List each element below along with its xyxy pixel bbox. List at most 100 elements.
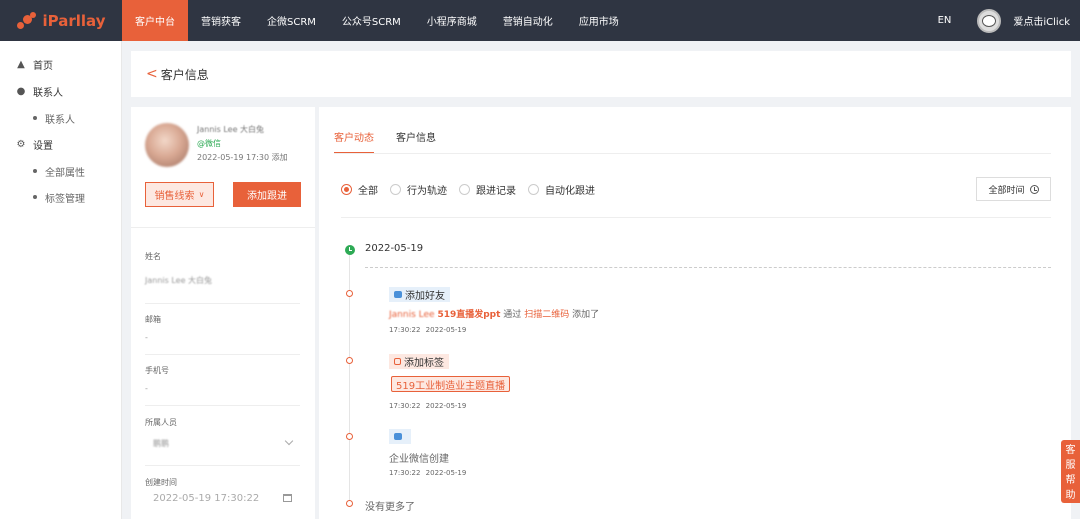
field-label: 所属人员 xyxy=(145,418,177,427)
event-description: 企业微信创建 xyxy=(389,454,449,465)
clock-icon xyxy=(1029,184,1039,194)
brand-logo[interactable]: iParllay xyxy=(0,0,122,41)
divider xyxy=(334,153,1051,154)
field-label: 姓名 xyxy=(145,252,161,261)
top-right-area: EN 爱点击iClick xyxy=(938,0,1070,41)
gear-icon: ⚙ xyxy=(16,139,26,150)
user-name[interactable]: 爱点击iClick xyxy=(1013,13,1070,28)
filter-label: 行为轨迹 xyxy=(407,186,447,197)
event-time: 17:30:22 2022-05-19 xyxy=(389,326,467,334)
tab-bar: 客户动态 客户信息 xyxy=(334,129,436,154)
nav-official-account-scrm[interactable]: 公众号SCRM xyxy=(329,0,414,41)
customer-added-time: 2022-05-19 17:30 添加 xyxy=(197,153,288,162)
timeline-date: 2022-05-19 xyxy=(365,243,424,254)
sidebar-subitem-all-attributes[interactable]: 全部属性 xyxy=(0,158,121,184)
timeline-dot xyxy=(346,290,353,297)
top-navbar: iParllay 客户中台 营销获客 企微SCRM 公众号SCRM 小程序商城 … xyxy=(0,0,1080,41)
timeline-dot xyxy=(346,500,353,507)
customer-info: Jannis Lee 大白兔 @微信 2022-05-19 17:30 添加 xyxy=(197,123,288,167)
divider xyxy=(341,217,1051,218)
event-tag-label: 添加好友 xyxy=(405,291,445,302)
customer-label-chip: 519工业制造业主题直播 xyxy=(391,376,511,392)
divider xyxy=(145,405,300,406)
tag-icon xyxy=(394,358,401,365)
customer-profile-card: Jannis Lee 大白兔 @微信 2022-05-19 17:30 添加 销… xyxy=(131,107,315,519)
chat-icon xyxy=(394,291,402,298)
event-time: 17:30:22 2022-05-19 xyxy=(389,402,467,410)
filter-label: 全部 xyxy=(358,186,378,197)
radio-dot-icon xyxy=(528,184,539,195)
field-email: 邮箱 - xyxy=(145,314,300,355)
sidebar-item-label: 首页 xyxy=(33,61,53,72)
nav-app-market[interactable]: 应用市场 xyxy=(566,0,632,41)
time-range-button[interactable]: 全部时间 xyxy=(976,177,1051,201)
divider xyxy=(145,465,300,466)
nav-mini-program-mall[interactable]: 小程序商城 xyxy=(414,0,490,41)
sidebar-item-home[interactable]: ▲ 首页 xyxy=(0,51,121,78)
owner-select-value[interactable]: 鹏鹏 xyxy=(153,438,300,449)
event-via: 通过 xyxy=(503,310,522,320)
add-followup-button[interactable]: 添加跟进 xyxy=(233,182,301,207)
sidebar-subitem-tag-management[interactable]: 标签管理 xyxy=(0,184,121,210)
event-tag-wecom xyxy=(389,429,411,444)
divider xyxy=(365,267,1051,268)
customer-avatar xyxy=(145,123,189,167)
filter-behavior-radio[interactable]: 行为轨迹 xyxy=(390,182,447,197)
nav-wecom-scrm[interactable]: 企微SCRM xyxy=(254,0,329,41)
sidebar-item-settings[interactable]: ⚙ 设置 xyxy=(0,131,121,158)
sales-lead-dropdown[interactable]: 销售线索 ∨ xyxy=(145,182,214,207)
calendar-icon[interactable] xyxy=(283,494,292,502)
tab-customer-info[interactable]: 客户信息 xyxy=(396,129,436,154)
brand-name: iParllay xyxy=(42,11,106,30)
sidebar-item-contacts[interactable]: ● 联系人 xyxy=(0,78,121,105)
filter-automation-radio[interactable]: 自动化跟进 xyxy=(528,182,595,197)
field-owner[interactable]: 所属人员 鹏鹏 xyxy=(145,417,300,467)
sales-lead-label: 销售线索 xyxy=(154,191,195,202)
event-tag-add-friend: 添加好友 xyxy=(389,287,450,302)
filter-label: 自动化跟进 xyxy=(545,186,595,197)
chevron-down-icon: ∨ xyxy=(198,190,205,199)
field-value: Jannis Lee 大白兔 xyxy=(145,276,213,285)
page-header: < 客户信息 xyxy=(131,51,1071,97)
filter-followup-radio[interactable]: 跟进记录 xyxy=(459,182,516,197)
sidebar-subitem-contacts[interactable]: 联系人 xyxy=(0,105,121,131)
back-arrow-icon[interactable]: < xyxy=(146,66,158,82)
field-name: 姓名 Jannis Lee 大白兔 xyxy=(145,251,300,304)
customer-source: @微信 xyxy=(197,139,221,148)
activity-filter-group: 全部 行为轨迹 跟进记录 自动化跟进 xyxy=(341,182,597,197)
divider xyxy=(145,354,300,355)
customer-header: Jannis Lee 大白兔 @微信 2022-05-19 17:30 添加 xyxy=(145,123,288,167)
field-label: 邮箱 xyxy=(145,315,161,324)
home-icon: ▲ xyxy=(17,59,25,70)
tab-customer-activity[interactable]: 客户动态 xyxy=(334,129,374,154)
event-description: Jannis Lee 519直播发ppt 通过 扫描二维码 添加了 xyxy=(389,307,599,320)
timeline-dot xyxy=(346,433,353,440)
field-value: - xyxy=(145,384,148,393)
filter-label: 跟进记录 xyxy=(476,186,516,197)
logo-icon xyxy=(16,11,39,30)
radio-dot-icon xyxy=(390,184,401,195)
timeline-end-text: 没有更多了 xyxy=(365,502,415,513)
radio-dot-icon xyxy=(459,184,470,195)
divider xyxy=(131,227,315,228)
nav-marketing-automation[interactable]: 营销自动化 xyxy=(490,0,566,41)
filter-all-radio[interactable]: 全部 xyxy=(341,182,378,197)
page-title: 客户信息 xyxy=(160,67,209,82)
event-customer-name[interactable]: Jannis Lee xyxy=(389,310,435,320)
main-nav: 客户中台 营销获客 企微SCRM 公众号SCRM 小程序商城 营销自动化 应用市… xyxy=(122,0,632,41)
user-icon: ● xyxy=(16,86,26,97)
language-switch[interactable]: EN xyxy=(938,15,952,26)
sidebar: ▲ 首页 ● 联系人 联系人 ⚙ 设置 全部属性 标签管理 xyxy=(0,41,122,519)
customer-activity-panel: 客户动态 客户信息 全部 行为轨迹 跟进记录 自动化跟进 全部时间 2022-0… xyxy=(319,107,1071,519)
created-time-input[interactable]: 2022-05-19 17:30:22 xyxy=(153,493,259,504)
nav-marketing-acquisition[interactable]: 营销获客 xyxy=(188,0,254,41)
customer-service-help-button[interactable]: 客服帮助 xyxy=(1061,440,1080,503)
chat-icon xyxy=(394,433,402,440)
time-range-label: 全部时间 xyxy=(988,185,1025,196)
user-avatar[interactable] xyxy=(977,8,1002,33)
event-campaign[interactable]: 519直播发ppt xyxy=(437,310,500,320)
clock-icon xyxy=(345,245,355,255)
nav-customer-center[interactable]: 客户中台 xyxy=(122,0,188,41)
field-created-time: 创建时间 2022-05-19 17:30:22 xyxy=(145,477,300,517)
event-tag-add-label: 添加标签 xyxy=(389,354,449,369)
